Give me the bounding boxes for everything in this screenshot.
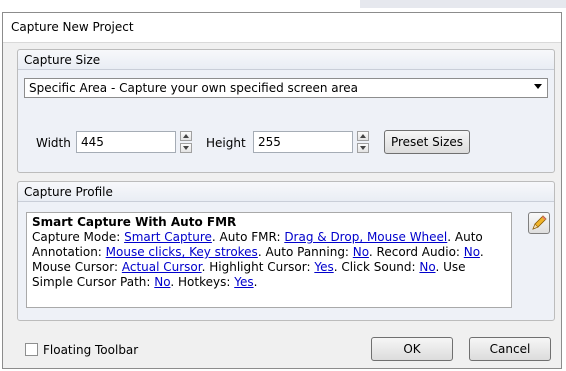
capture-profile-group: Capture Profile Smart Capture With Auto … (17, 181, 555, 321)
height-spinner[interactable] (357, 131, 369, 153)
profile-text: . Auto FMR: (211, 230, 285, 244)
background-window-strip (360, 0, 566, 8)
highlight-cursor-link[interactable]: Yes (314, 260, 333, 274)
width-spin-up-icon[interactable] (180, 131, 192, 141)
ok-button[interactable]: OK (371, 337, 453, 361)
capture-new-project-dialog: Capture New Project Capture Size Specifi… (2, 12, 562, 369)
auto-annotation-link[interactable]: Mouse clicks, Key strokes (106, 245, 258, 259)
capture-size-group: Capture Size Specific Area - Capture you… (17, 49, 555, 173)
simple-cursor-path-link[interactable]: No (154, 275, 170, 289)
profile-text: . Record Audio: (368, 245, 464, 259)
profile-text: . Click Sound: (333, 260, 420, 274)
width-spinner[interactable] (180, 131, 192, 153)
height-spin-up-icon[interactable] (357, 131, 369, 141)
click-sound-link[interactable]: No (419, 260, 435, 274)
width-label: Width (36, 136, 71, 150)
dialog-titlebar: Capture New Project (3, 13, 561, 43)
preset-sizes-button[interactable]: Preset Sizes (384, 130, 470, 154)
height-input[interactable] (253, 131, 353, 153)
capture-profile-header: Capture Profile (18, 182, 554, 202)
floating-toolbar-checkbox[interactable] (25, 343, 38, 356)
capture-mode-select[interactable]: Specific Area - Capture your own specifi… (24, 78, 548, 98)
profile-text: Capture Mode: (32, 230, 125, 244)
auto-panning-link[interactable]: No (353, 245, 369, 259)
height-label: Height (206, 136, 246, 150)
dialog-title: Capture New Project (11, 20, 134, 34)
width-input[interactable] (76, 131, 176, 153)
width-spin-down-icon[interactable] (180, 143, 192, 153)
profile-name: Smart Capture With Auto FMR (32, 215, 237, 229)
capture-mode-value: Specific Area - Capture your own specifi… (29, 81, 359, 95)
auto-fmr-link[interactable]: Drag & Drop, Mouse Wheel (284, 230, 447, 244)
cancel-button[interactable]: Cancel (469, 337, 551, 361)
capture-mode-link[interactable]: Smart Capture (124, 230, 212, 244)
capture-size-title: Capture Size (24, 53, 101, 67)
hotkeys-link[interactable]: Yes (234, 275, 253, 289)
dropdown-arrow-icon (534, 84, 542, 89)
mouse-cursor-link[interactable]: Actual Cursor (122, 260, 202, 274)
height-spin-down-icon[interactable] (357, 143, 369, 153)
record-audio-link[interactable]: No (464, 245, 480, 259)
profile-details: Capture Mode: Smart Capture. Auto FMR: D… (32, 230, 506, 290)
capture-profile-title: Capture Profile (24, 185, 113, 199)
profile-description: Smart Capture With Auto FMR Capture Mode… (26, 212, 512, 308)
profile-text: . Auto Panning: (257, 245, 353, 259)
edit-profile-button[interactable] (528, 212, 550, 234)
capture-size-header: Capture Size (18, 50, 554, 70)
profile-text: . Highlight Cursor: (201, 260, 315, 274)
floating-toolbar-label: Floating Toolbar (43, 343, 139, 357)
profile-text: . (253, 275, 258, 289)
pencil-icon (532, 215, 547, 230)
profile-text: . Hotkeys: (170, 275, 235, 289)
